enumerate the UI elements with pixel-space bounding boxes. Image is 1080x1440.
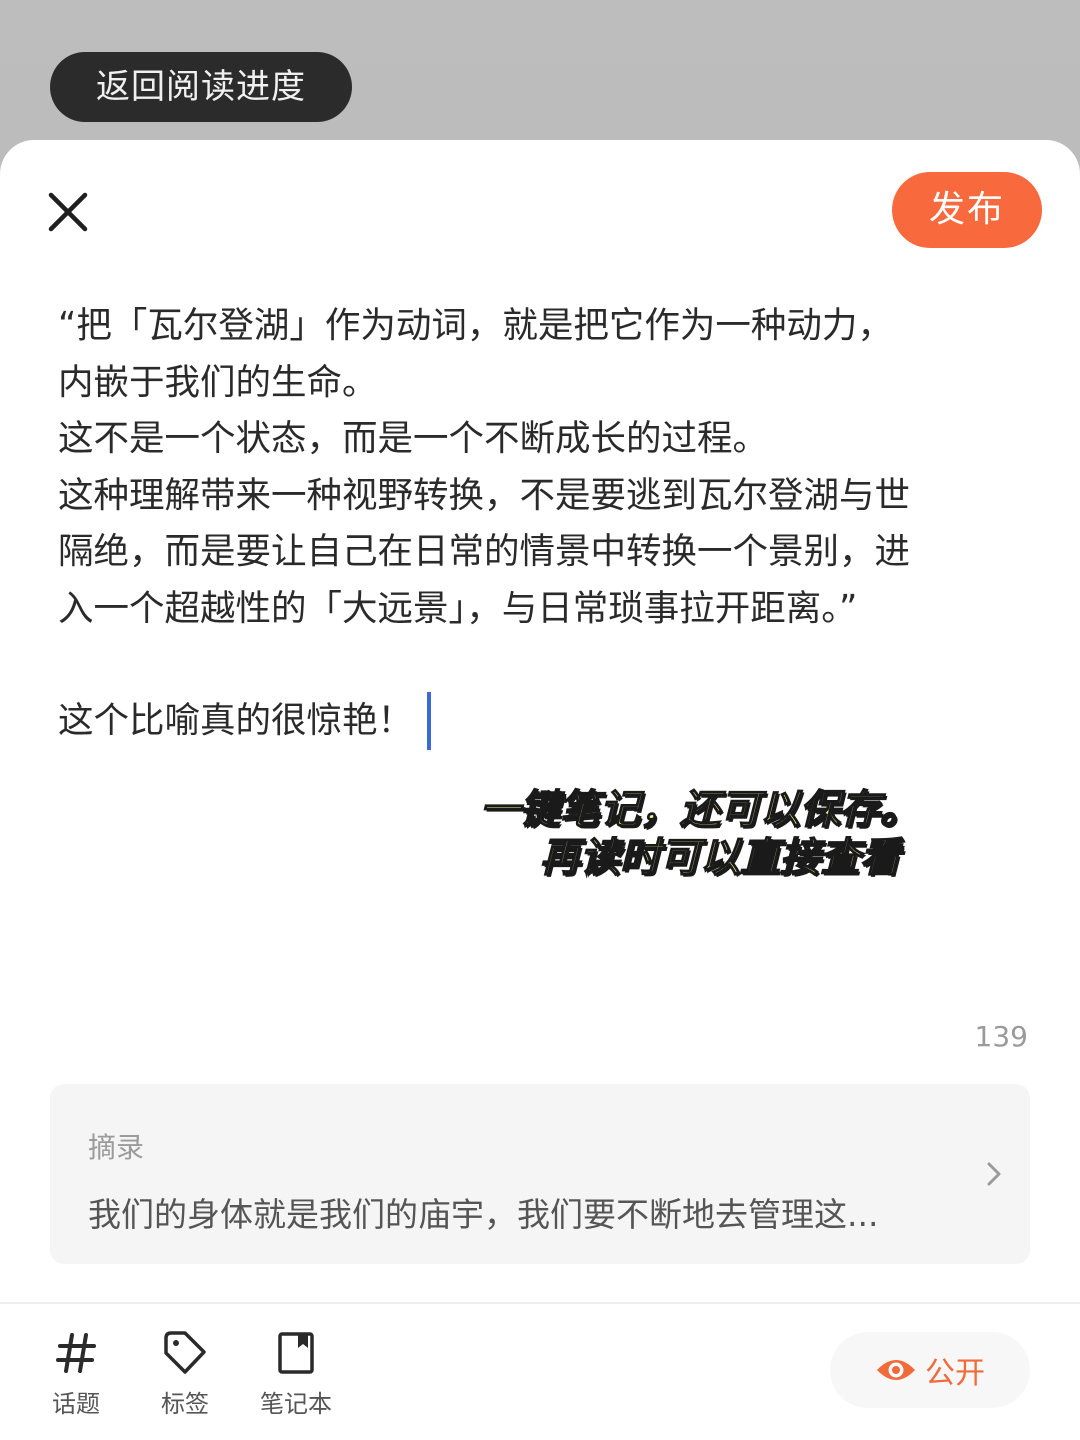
topic-label: 话题 (52, 1390, 100, 1418)
overlay-caption-line: 一键笔记，还可以保存。 (479, 786, 921, 834)
excerpt-card[interactable]: 摘录 我们的身体就是我们的庙宇，我们要不断地去管理这... (50, 1084, 1030, 1264)
divider (0, 1302, 1080, 1304)
note-comment-input[interactable]: 这个比喻真的很惊艳！ (58, 692, 432, 750)
comment-text: 这个比喻真的很惊艳！ (58, 700, 414, 741)
text-cursor (427, 692, 432, 750)
tag-label: 标签 (161, 1390, 209, 1418)
publish-button[interactable]: 发布 (892, 172, 1042, 248)
notebook-label: 笔记本 (260, 1390, 332, 1418)
notebook-icon (278, 1332, 314, 1374)
close-button[interactable] (40, 184, 96, 240)
excerpt-text: 我们的身体就是我们的庙宇，我们要不断地去管理这... (88, 1195, 879, 1234)
quote-line: “把「瓦尔登湖」作为动词，就是把它作为一种动力， (58, 305, 893, 346)
topic-button[interactable]: 话题 (46, 1330, 106, 1419)
visibility-public-button[interactable]: 公开 (830, 1332, 1030, 1408)
eye-icon (877, 1360, 915, 1380)
tag-icon (164, 1331, 206, 1374)
note-editor-sheet: 发布 “把「瓦尔登湖」作为动词，就是把它作为一种动力， 内嵌于我们的生命。 这不… (0, 140, 1080, 1440)
quote-line: 隔绝，而是要让自己在日常的情景中转换一个景别，进 (58, 531, 911, 572)
character-count: 139 (974, 1020, 1028, 1053)
overlay-caption-line: 再读时可以直接查看 (539, 834, 901, 882)
excerpt-label: 摘录 (88, 1131, 145, 1164)
quote-line: 入一个超越性的「大远景」，与日常琐事拉开距离。” (58, 587, 858, 629)
close-icon (48, 192, 88, 232)
return-reading-progress-button[interactable]: 返回阅读进度 (50, 52, 352, 122)
quote-line: 这种理解带来一种视野转换，不是要逃到瓦尔登湖与世 (58, 474, 911, 516)
quote-line: 这不是一个状态，而是一个不断成长的过程。 (58, 418, 769, 459)
notebook-button[interactable]: 笔记本 (254, 1330, 338, 1419)
hashtag-icon (56, 1333, 96, 1373)
page: 返回阅读进度 发布 “把「瓦尔登湖」作为动词，就是把它作为一种动力， 内嵌于我们… (0, 0, 1080, 1440)
tag-button[interactable]: 标签 (154, 1330, 216, 1419)
quote-line: 内嵌于我们的生命。 (58, 361, 378, 403)
quoted-passage: “把「瓦尔登湖」作为动词，就是把它作为一种动力， 内嵌于我们的生命。 这不是一个… (58, 298, 1038, 637)
overlay-caption: 一键笔记，还可以保存。 再读时可以直接查看 (470, 786, 930, 882)
chevron-right-icon (987, 1162, 1001, 1186)
visibility-label: 公开 (925, 1356, 985, 1391)
